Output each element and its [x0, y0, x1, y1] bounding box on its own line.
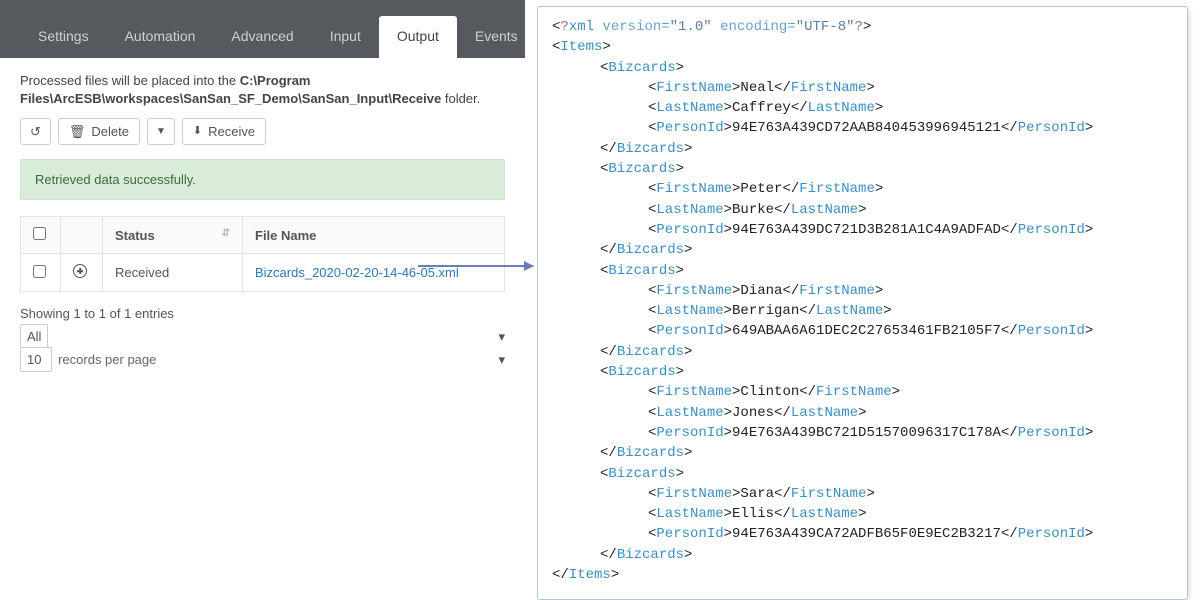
desc-prefix: Processed files will be placed into the [20, 73, 240, 88]
page-size-value: 10 [27, 352, 41, 367]
tab-advanced[interactable]: Advanced [213, 16, 311, 58]
success-alert: Retrieved data successfully. [20, 159, 505, 200]
tab-output[interactable]: Output [379, 16, 457, 58]
col-status[interactable]: Status ⇵ [103, 217, 243, 254]
col-file[interactable]: File Name [243, 217, 505, 254]
row-status: Received [103, 254, 243, 292]
delete-button[interactable]: 🗑 Delete [58, 118, 140, 145]
file-link[interactable]: Bizcards_2020-02-20-14-46-05.xml [255, 265, 459, 280]
desc-suffix: folder. [441, 91, 480, 106]
chevron-down-icon: ▾ [498, 352, 505, 368]
tab-bar: Settings Automation Advanced Input Outpu… [0, 0, 525, 58]
refresh-icon: ↻ [30, 125, 41, 138]
records-per-page-label: records per page [58, 352, 156, 367]
arrow-annotation [418, 265, 533, 267]
tab-input[interactable]: Input [312, 16, 379, 58]
trash-icon: 🗑 [69, 125, 86, 138]
chevron-down-icon: ▼ [156, 126, 166, 137]
delete-dropdown[interactable]: ▼ [147, 118, 175, 145]
receive-label: Receive [208, 124, 255, 139]
output-folder-description: Processed files will be placed into the … [0, 58, 525, 118]
refresh-button[interactable]: ↻ [20, 118, 51, 145]
page-size-select[interactable]: 10 ▾ [20, 347, 52, 372]
tab-events[interactable]: Events [457, 16, 536, 58]
entries-summary: Showing 1 to 1 of 1 entries [20, 306, 505, 321]
col-expand [61, 217, 103, 254]
sort-icon: ⇵ [222, 228, 230, 239]
chevron-down-icon: ▾ [498, 329, 505, 345]
delete-label: Delete [91, 124, 129, 139]
receive-button[interactable]: ⬇ Receive [182, 118, 266, 145]
files-table: Status ⇵ File Name Received Bizcards_2020… [20, 216, 505, 292]
tab-settings[interactable]: Settings [20, 16, 107, 58]
expand-icon[interactable] [73, 264, 87, 278]
table-row: Received Bizcards_2020-02-20-14-46-05.xm… [21, 254, 505, 292]
select-all-checkbox[interactable] [33, 227, 46, 240]
tab-automation[interactable]: Automation [107, 16, 214, 58]
filter-select[interactable]: All ▾ [20, 324, 48, 349]
col-status-label: Status [115, 228, 155, 243]
xml-preview: <?xml version="1.0" encoding="UTF-8"?> <… [537, 6, 1188, 600]
row-checkbox[interactable] [33, 265, 46, 278]
download-icon: ⬇ [193, 126, 202, 137]
filter-select-value: All [27, 329, 41, 344]
